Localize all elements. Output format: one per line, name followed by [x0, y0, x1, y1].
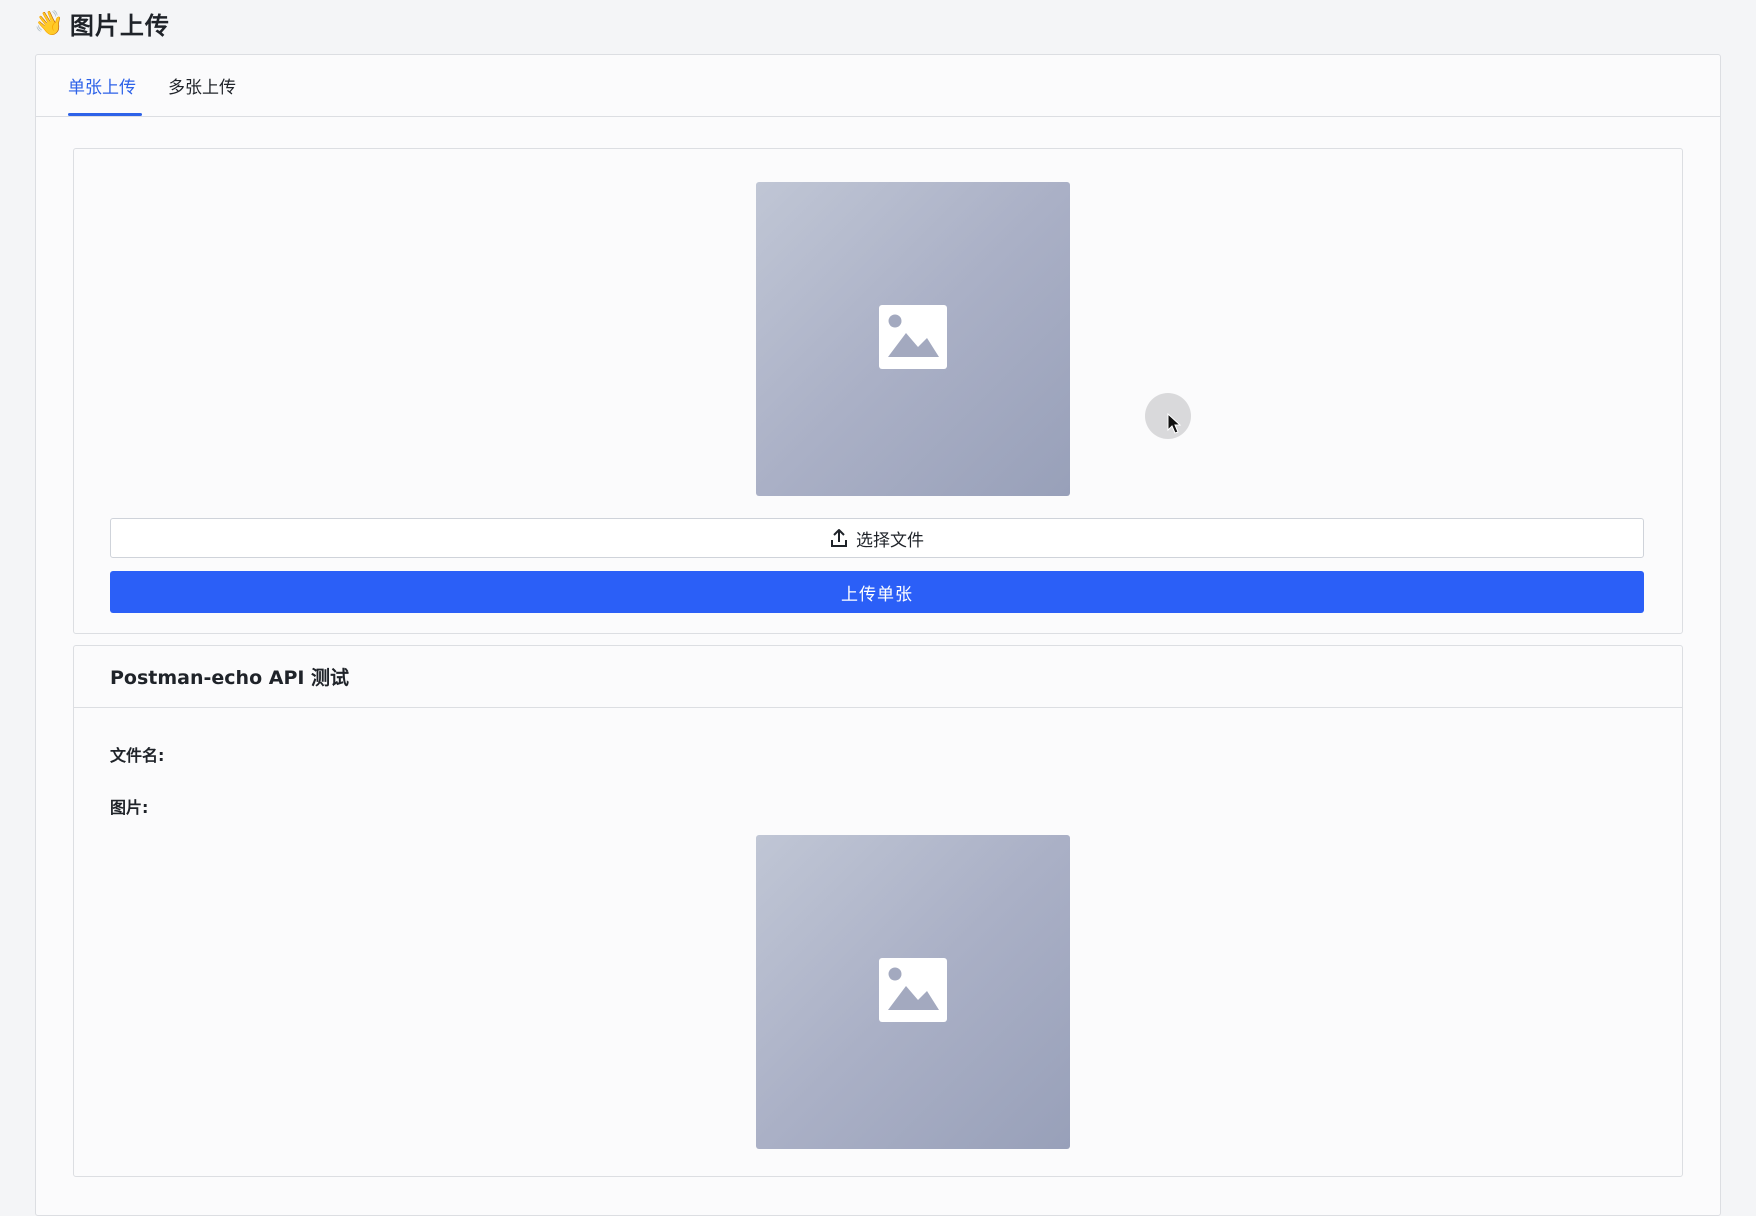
filename-label: 文件名: [110, 746, 165, 765]
mouse-cursor-icon [1167, 413, 1181, 434]
tab-bar: 单张上传 多张上传 [36, 55, 1720, 117]
api-card-header: Postman-echo API 测试 [74, 646, 1682, 708]
response-image-preview [756, 835, 1070, 1149]
page-title: 图片上传 [69, 11, 170, 40]
api-test-card: Postman-echo API 测试 文件名: 图片: [73, 645, 1683, 1177]
select-file-label: 选择文件 [856, 530, 924, 551]
waving-hand-icon: 👋 [34, 9, 64, 37]
tab-multiple-upload[interactable]: 多张上传 [168, 73, 236, 98]
page-header: 👋 图片上传 [34, 6, 170, 40]
image-icon [879, 305, 947, 369]
api-card-title: Postman-echo API 测试 [110, 667, 350, 689]
upload-single-label: 上传单张 [841, 584, 913, 605]
active-tab-indicator [68, 113, 142, 116]
image-icon [879, 958, 947, 1022]
upload-icon [831, 529, 847, 547]
upload-single-button[interactable]: 上传单张 [110, 571, 1644, 613]
select-file-button[interactable]: 选择文件 [110, 518, 1644, 558]
single-upload-card: 选择文件 上传单张 [73, 148, 1683, 634]
tab-single-upload[interactable]: 单张上传 [68, 73, 136, 98]
image-preview [756, 182, 1070, 496]
main-card: 单张上传 多张上传 选择文件 上传单张 Postman-echo API 测试 [35, 54, 1721, 1216]
image-label: 图片: [110, 798, 149, 817]
